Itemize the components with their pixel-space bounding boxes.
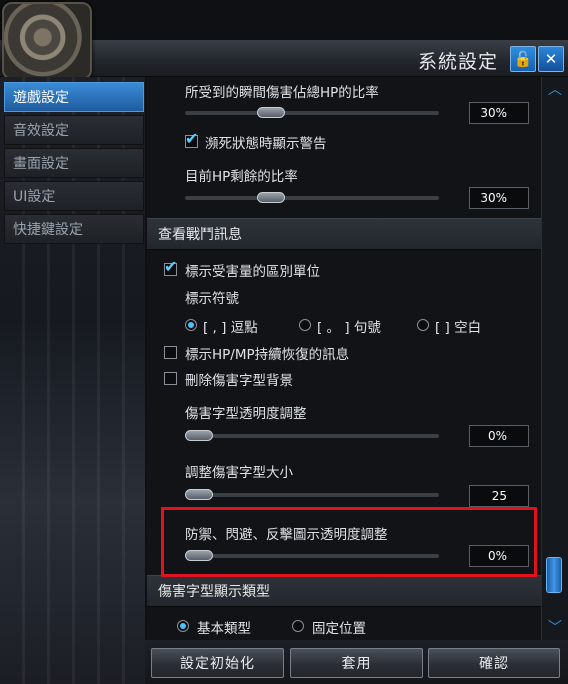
symbol-period-label: [ 。 ] 句號 <box>317 320 381 336</box>
scroll-up-icon[interactable]: ︿ <box>547 83 563 97</box>
scroll-thumb[interactable] <box>546 557 562 593</box>
sidebar-item-game-settings[interactable]: 遊戲設定 <box>4 82 144 112</box>
confirm-button[interactable]: 確認 <box>428 648 560 678</box>
defense-icon-opacity-slider-thumb[interactable] <box>185 550 213 561</box>
reset-button[interactable]: 設定初始化 <box>151 648 284 678</box>
combat-info-section-header: 查看戰鬥訊息 <box>147 218 541 250</box>
defense-icon-opacity-label: 防禦、閃避、反擊圖示透明度調整 <box>185 527 388 543</box>
hp-remaining-ratio-slider-thumb[interactable] <box>257 192 285 203</box>
sidebar-item-display-settings[interactable]: 畫面設定 <box>4 148 144 178</box>
dying-warning-checkbox[interactable]: ✔ <box>185 131 198 148</box>
gear-emblem-icon <box>2 2 92 80</box>
damage-font-size-slider-thumb[interactable] <box>185 489 213 500</box>
symbol-blank-radio[interactable] <box>417 319 429 331</box>
damage-font-size-value: 25 <box>469 485 529 507</box>
font-type-fixed-radio[interactable] <box>292 620 304 632</box>
sidebar-item-sound-settings[interactable]: 音效設定 <box>4 115 144 145</box>
apply-button[interactable]: 套用 <box>290 648 423 678</box>
damage-font-size-label: 調整傷害字型大小 <box>185 465 293 481</box>
checkmark-icon: ✔ <box>185 129 199 148</box>
damage-font-size-slider-track[interactable] <box>185 493 439 497</box>
defense-icon-opacity-value: 0% <box>469 545 529 567</box>
window-title: 系統設定 <box>417 51 498 73</box>
hp-remaining-ratio-slider-track[interactable] <box>185 196 439 200</box>
symbol-comma-radio[interactable] <box>185 319 197 331</box>
checkmark-icon: ✔ <box>164 257 178 276</box>
close-icon[interactable]: ✕ <box>538 46 564 72</box>
font-display-type-section-header: 傷害字型顯示類型 <box>147 575 541 607</box>
font-type-basic-radio[interactable] <box>177 620 189 632</box>
symbol-comma-label: [ , ] 逗點 <box>203 320 258 336</box>
remove-damage-bg-label: 刪除傷害字型背景 <box>185 373 293 389</box>
damage-font-opacity-slider-thumb[interactable] <box>185 430 213 441</box>
scrollbar[interactable]: ︿ ﹀ <box>541 77 568 640</box>
dying-warning-label: 瀕死狀態時顯示警告 <box>205 136 327 152</box>
lock-icon[interactable]: 🔓 <box>510 46 536 72</box>
damage-font-opacity-slider-track[interactable] <box>185 434 439 438</box>
symbol-label: 標示符號 <box>185 291 239 307</box>
hp-instant-ratio-slider-track[interactable] <box>185 111 439 115</box>
font-type-fixed-label: 固定位置 <box>312 621 366 637</box>
defense-icon-opacity-slider-track[interactable] <box>185 554 439 558</box>
hp-instant-ratio-label: 所受到的瞬間傷害佔總HP的比率 <box>185 85 379 101</box>
hp-instant-ratio-slider-thumb[interactable] <box>257 107 285 118</box>
hp-instant-ratio-value: 30% <box>469 102 529 124</box>
hp-remaining-ratio-label: 目前HP剩餘的比率 <box>185 169 298 185</box>
damage-font-opacity-value: 0% <box>469 425 529 447</box>
settings-panel: 所受到的瞬間傷害佔總HP的比率 30% ✔ 瀕死狀態時顯示警告 目前HP剩餘的比… <box>147 77 541 640</box>
hpmp-recovery-label: 標示HP/MP持續恢復的訊息 <box>185 347 350 363</box>
damage-units-checkbox[interactable]: ✔ <box>164 259 177 276</box>
sidebar-item-hotkey-settings[interactable]: 快捷鍵設定 <box>4 214 144 244</box>
hpmp-recovery-checkbox[interactable] <box>164 346 177 359</box>
font-type-basic-label: 基本類型 <box>197 621 251 637</box>
damage-font-opacity-label: 傷害字型透明度調整 <box>185 406 307 422</box>
hp-remaining-ratio-value: 30% <box>469 187 529 209</box>
remove-damage-bg-checkbox[interactable] <box>164 372 177 385</box>
sidebar-item-ui-settings[interactable]: UI設定 <box>4 181 144 211</box>
damage-units-label: 標示受害量的區別單位 <box>185 264 320 280</box>
scroll-down-icon[interactable]: ﹀ <box>547 621 563 635</box>
symbol-period-radio[interactable] <box>299 319 311 331</box>
symbol-blank-label: [ ] 空白 <box>435 320 482 336</box>
